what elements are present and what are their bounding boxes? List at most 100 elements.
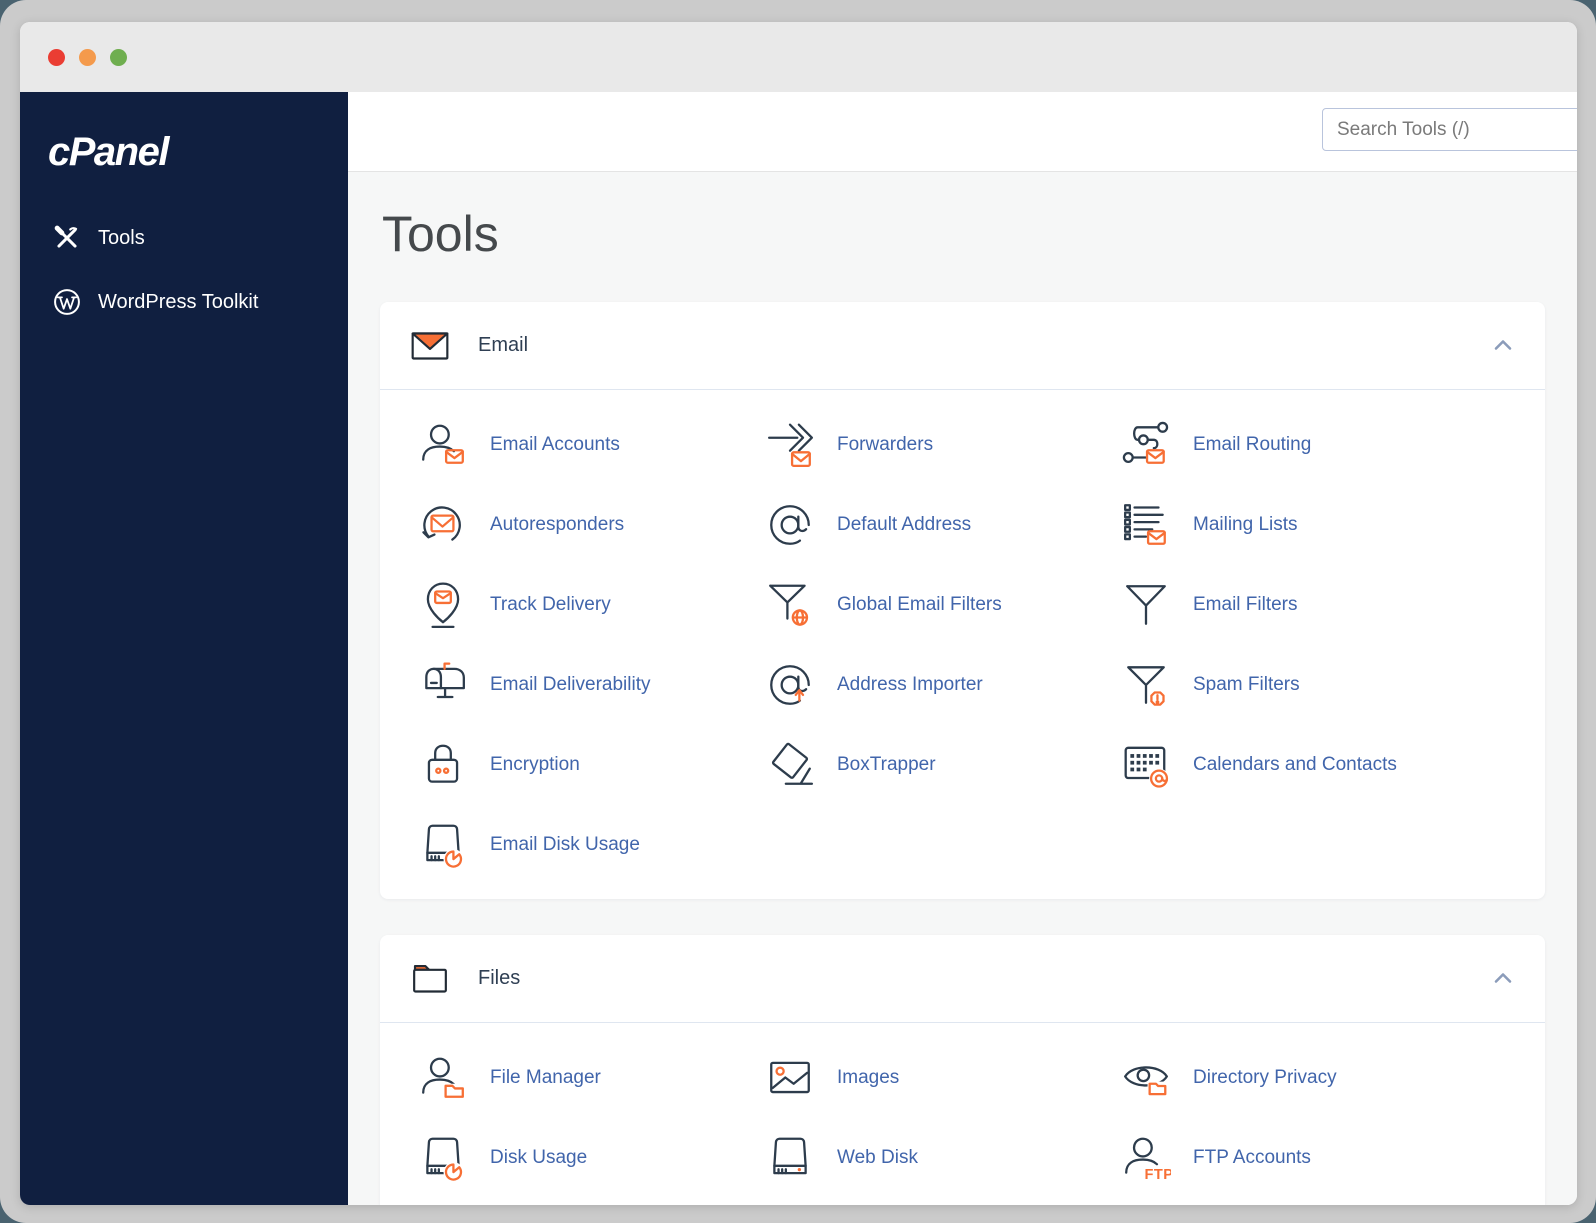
page-title: Tools (382, 206, 499, 262)
section-email: Email Email Accounts Forwarders Email Routi… (380, 302, 1545, 899)
section-files: Files File Manager Images Directory Privacy… (380, 935, 1545, 1205)
tool-item-global-email-filters[interactable]: Global Email Filters (727, 565, 1083, 645)
sidebar-item-label: WordPress Toolkit (98, 290, 259, 313)
tool-item-label: Email Deliverability (490, 674, 651, 695)
chevron-up-icon[interactable] (1491, 967, 1515, 991)
tool-item-directory-privacy[interactable]: Directory Privacy (1083, 1038, 1545, 1118)
tool-item-email-accounts[interactable]: Email Accounts (380, 405, 727, 485)
images-icon (765, 1053, 817, 1103)
svg-text:FTP: FTP (1144, 1167, 1171, 1183)
window-body: cPanel Tools WordPress Toolkit Tools Emai… (20, 92, 1577, 1205)
tool-item-boxtrapper[interactable]: BoxTrapper (727, 725, 1083, 805)
tool-item-images[interactable]: Images (727, 1038, 1083, 1118)
section-email-header[interactable]: Email (380, 302, 1545, 390)
tool-item-label: Spam Filters (1193, 674, 1300, 695)
tool-item-label: Forwarders (837, 434, 934, 455)
calendars-contacts-icon (1121, 740, 1173, 790)
sidebar-item-wordpress-toolkit[interactable]: WordPress Toolkit (20, 282, 348, 322)
tool-item-label: File Manager (490, 1067, 601, 1088)
close-window-button[interactable] (48, 48, 65, 66)
tool-item-disk-usage[interactable]: Disk Usage (380, 1118, 727, 1198)
tool-item-label: Mailing Lists (1193, 514, 1298, 535)
tool-item-ftp-accounts[interactable]: FTP FTP Accounts (1083, 1118, 1545, 1198)
tool-item-default-address[interactable]: Default Address (727, 485, 1083, 565)
sections-container: Email Email Accounts Forwarders Email Routi… (380, 302, 1545, 1205)
tool-item-label: Email Filters (1193, 594, 1298, 615)
tool-item-email-disk-usage[interactable]: Email Disk Usage (380, 805, 727, 885)
global-email-filters-icon (765, 580, 817, 630)
tool-item-address-importer[interactable]: Address Importer (727, 645, 1083, 725)
sidebar-item-tools[interactable]: Tools (20, 218, 348, 258)
sidebar: cPanel Tools WordPress Toolkit (20, 92, 348, 1205)
tool-item-web-disk[interactable]: Web Disk (727, 1118, 1083, 1198)
directory-privacy-icon (1121, 1053, 1173, 1103)
tool-item-label: Images (837, 1067, 900, 1088)
content-area: Tools EmailEmail AccountsForwardersEmail… (348, 92, 1577, 1205)
sidebar-nav: Tools WordPress Toolkit (20, 218, 348, 322)
tools-icon (52, 223, 82, 253)
file-manager-icon (418, 1053, 470, 1103)
autoresponders-icon (418, 500, 470, 550)
spam-filters-icon (1121, 660, 1173, 710)
tool-item-autoresponders[interactable]: Autoresponders (380, 485, 727, 565)
page-backdrop: cPanel Tools WordPress Toolkit Tools Emai… (0, 0, 1596, 1223)
tool-item-calendars-and-contacts[interactable]: Calendars and Contacts (1083, 725, 1545, 805)
tool-item-label: Disk Usage (490, 1147, 588, 1168)
email-deliverability-icon (418, 660, 470, 710)
address-importer-icon (765, 660, 817, 710)
ftp-accounts-icon: FTP (1121, 1133, 1173, 1183)
files-section-icon (410, 959, 450, 999)
tool-item-forwarders[interactable]: Forwarders (727, 405, 1083, 485)
mailing-lists-icon (1121, 500, 1173, 550)
web-disk-icon (765, 1133, 817, 1183)
section-email-grid: Email Accounts Forwarders Email Routing Aut… (380, 390, 1545, 899)
disk-usage-icon (418, 1133, 470, 1183)
section-files-grid: File Manager Images Directory Privacy Disk … (380, 1023, 1545, 1205)
tool-item-mailing-lists[interactable]: Mailing Lists (1083, 485, 1545, 565)
tool-item-label: Calendars and Contacts (1193, 754, 1397, 775)
encryption-icon (418, 740, 470, 790)
tool-item-track-delivery[interactable]: Track Delivery (380, 565, 727, 645)
minimize-window-button[interactable] (79, 48, 96, 66)
boxtrapper-icon (765, 740, 817, 790)
search-input[interactable] (1322, 108, 1577, 151)
tool-item-label: Directory Privacy (1193, 1067, 1337, 1088)
app-window: cPanel Tools WordPress Toolkit Tools Emai… (20, 22, 1577, 1205)
section-label: Files (478, 967, 521, 989)
tool-item-label: Email Disk Usage (490, 834, 640, 855)
tool-item-spam-filters[interactable]: Spam Filters (1083, 645, 1545, 725)
tool-item-label: Email Routing (1193, 434, 1312, 455)
tool-item-label: Track Delivery (490, 594, 611, 615)
forwarders-icon (765, 420, 817, 470)
tool-item-label: Email Accounts (490, 434, 620, 455)
tool-item-label: BoxTrapper (837, 754, 936, 775)
chevron-up-icon[interactable] (1491, 334, 1515, 358)
email-disk-usage-icon (418, 820, 470, 870)
window-titlebar (20, 22, 1577, 92)
default-address-icon (765, 500, 817, 550)
tool-item-label: FTP Accounts (1193, 1147, 1311, 1168)
section-label: Email (478, 334, 529, 356)
content-header (348, 92, 1577, 172)
wordpress-icon (52, 287, 82, 317)
section-files-header[interactable]: Files (380, 935, 1545, 1023)
tool-item-label: Global Email Filters (837, 594, 1002, 615)
page-scroll-area: Tools Email Email Accounts Forwarders Email… (348, 172, 1577, 1205)
sidebar-item-label: Tools (98, 226, 145, 249)
email-filters-icon (1121, 580, 1173, 630)
tool-item-label: Encryption (490, 754, 580, 775)
tool-item-label: Web Disk (837, 1147, 918, 1168)
email-section-icon (410, 326, 450, 366)
email-accounts-icon (418, 420, 470, 470)
cpanel-logo: cPanel (48, 130, 169, 174)
tool-item-email-filters[interactable]: Email Filters (1083, 565, 1545, 645)
maximize-window-button[interactable] (110, 48, 127, 66)
tool-item-email-routing[interactable]: Email Routing (1083, 405, 1545, 485)
track-delivery-icon (418, 580, 470, 630)
tool-item-email-deliverability[interactable]: Email Deliverability (380, 645, 727, 725)
tool-item-label: Address Importer (837, 674, 983, 695)
email-routing-icon (1121, 420, 1173, 470)
tool-item-label: Autoresponders (490, 514, 625, 535)
tool-item-encryption[interactable]: Encryption (380, 725, 727, 805)
tool-item-file-manager[interactable]: File Manager (380, 1038, 727, 1118)
